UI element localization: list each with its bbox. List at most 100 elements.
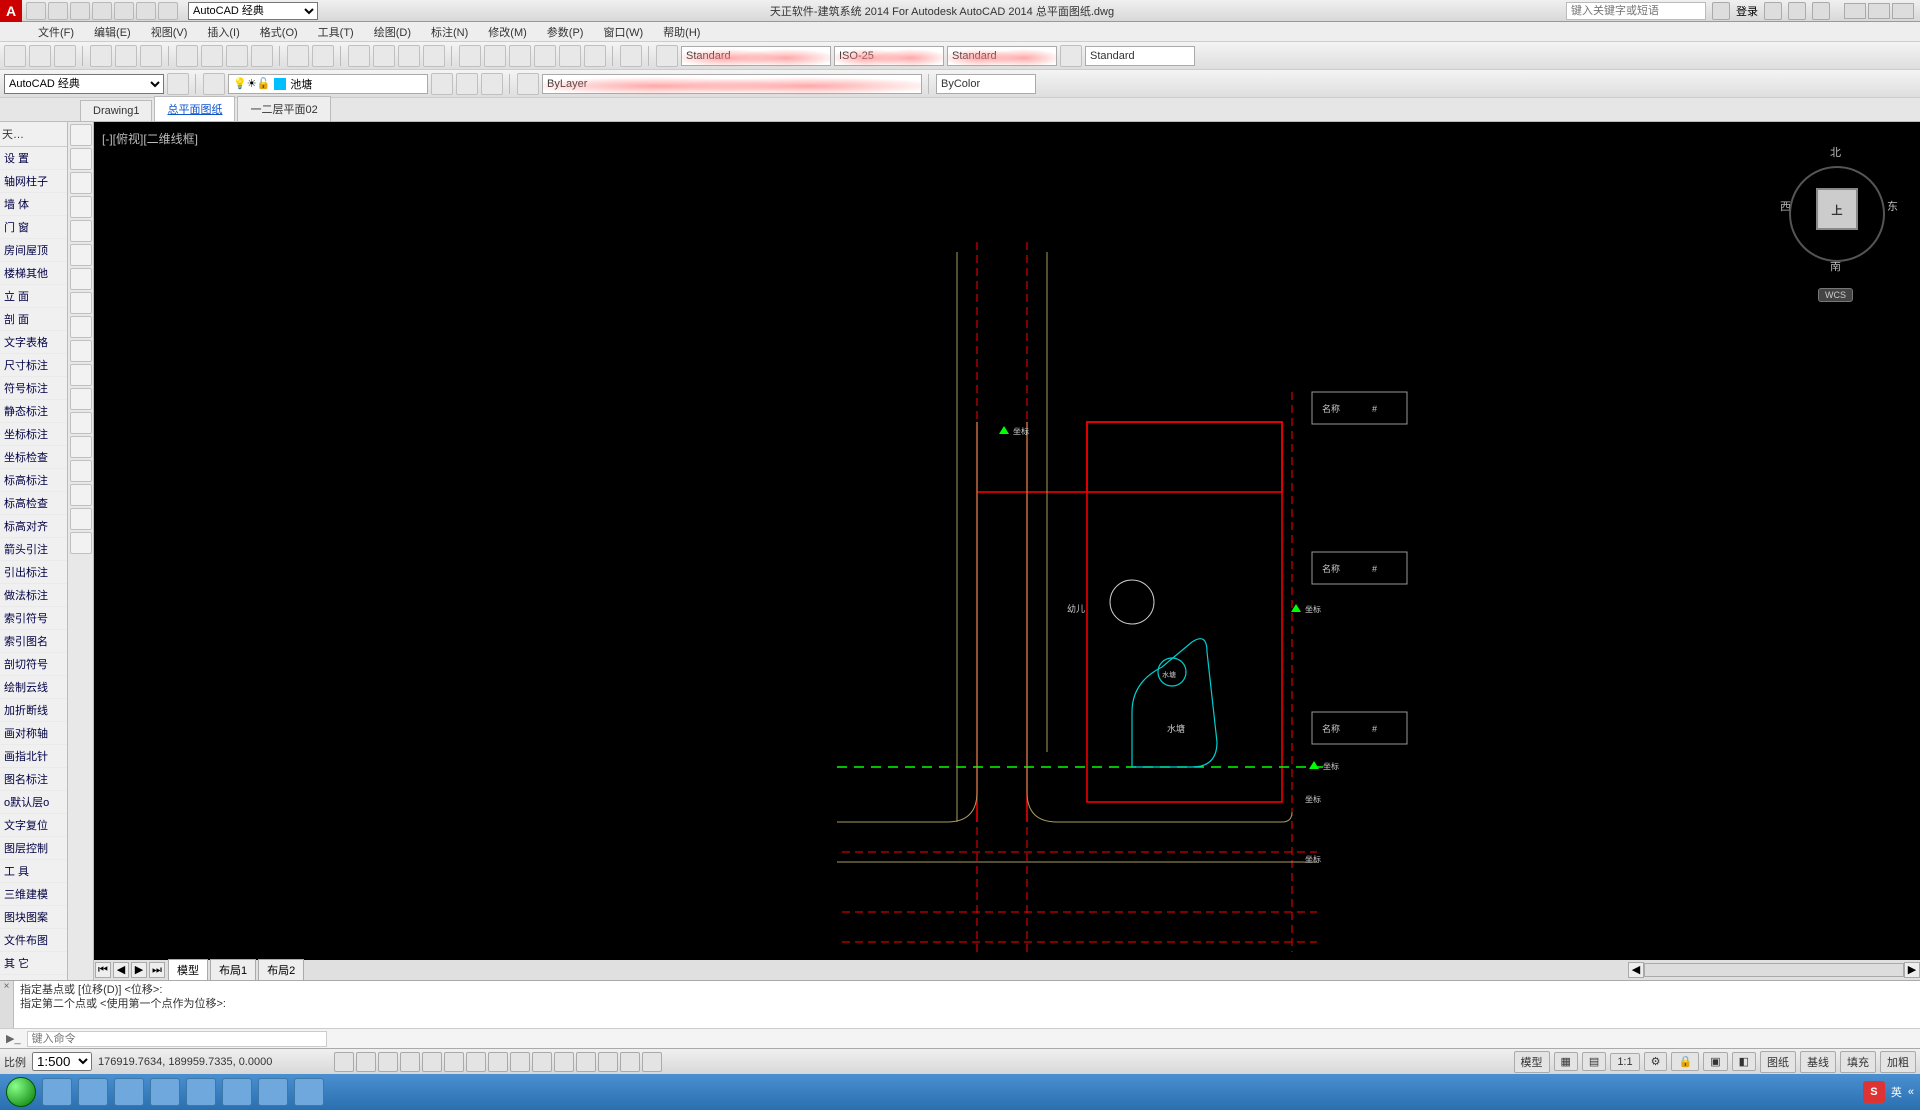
tz-item[interactable]: 楼梯其他 xyxy=(0,262,67,285)
doc-tab-siteplan[interactable]: 总平面图纸 xyxy=(154,96,235,121)
qp-toggle[interactable] xyxy=(576,1052,596,1072)
mtext-icon[interactable] xyxy=(70,388,92,410)
status-baseline[interactable]: 基线 xyxy=(1800,1051,1836,1073)
undo-icon[interactable] xyxy=(136,2,156,20)
polygon-icon[interactable] xyxy=(70,292,92,314)
login-label[interactable]: 登录 xyxy=(1736,3,1758,19)
layout1-tab[interactable]: 布局1 xyxy=(210,959,256,981)
preview-icon[interactable] xyxy=(115,45,137,67)
scale-combo[interactable]: 1:500 xyxy=(32,1052,92,1071)
menu-draw[interactable]: 绘图(D) xyxy=(366,22,419,42)
model-space-button[interactable]: 模型 xyxy=(1514,1051,1550,1073)
drawing-canvas[interactable]: [-][俯视][二维线框] 幼儿 xyxy=(94,122,1920,980)
zoom-prev-icon[interactable] xyxy=(423,45,445,67)
menu-view[interactable]: 视图(V) xyxy=(143,22,196,42)
minimize-button[interactable] xyxy=(1844,3,1866,19)
ortho-toggle[interactable] xyxy=(378,1052,398,1072)
menu-param[interactable]: 参数(P) xyxy=(539,22,592,42)
doc-tab-floor12[interactable]: 一二层平面02 xyxy=(237,96,330,121)
menu-edit[interactable]: 编辑(E) xyxy=(86,22,139,42)
tz-item[interactable]: 墙 体 xyxy=(0,193,67,216)
3dosnap-toggle[interactable] xyxy=(444,1052,464,1072)
publish-icon[interactable] xyxy=(140,45,162,67)
table-icon[interactable] xyxy=(70,364,92,386)
mleader-icon[interactable] xyxy=(1060,45,1082,67)
ime-icon[interactable]: S xyxy=(1863,1081,1885,1103)
hscroll-left-icon[interactable]: ◀ xyxy=(1628,962,1644,978)
tz-item[interactable]: 加折断线 xyxy=(0,699,67,722)
tz-item[interactable]: 轴网柱子 xyxy=(0,170,67,193)
infer-toggle[interactable] xyxy=(642,1052,662,1072)
tz-item[interactable]: 三维建模 xyxy=(0,883,67,906)
sc-toggle[interactable] xyxy=(598,1052,618,1072)
tz-item[interactable]: 引出标注 xyxy=(0,561,67,584)
model-tab[interactable]: 模型 xyxy=(168,959,208,981)
linetype-combo[interactable]: ByLayer xyxy=(542,74,922,94)
designcenter-icon[interactable] xyxy=(484,45,506,67)
lwt-toggle[interactable] xyxy=(532,1052,552,1072)
task-explorer-icon[interactable] xyxy=(42,1078,72,1106)
pan-icon[interactable] xyxy=(348,45,370,67)
tab-next-icon[interactable]: ▶ xyxy=(131,962,147,978)
new-icon[interactable] xyxy=(26,2,46,20)
quickview-layouts-icon[interactable]: ▦ xyxy=(1554,1052,1578,1071)
tz-item[interactable]: 其 它 xyxy=(0,952,67,975)
copy-icon[interactable] xyxy=(201,45,223,67)
cut-icon[interactable] xyxy=(176,45,198,67)
redo-icon[interactable] xyxy=(158,2,178,20)
redo-icon[interactable] xyxy=(312,45,334,67)
line-icon[interactable] xyxy=(70,124,92,146)
tz-item[interactable]: 工 具 xyxy=(0,860,67,883)
table-style-combo[interactable]: Standard xyxy=(947,46,1057,66)
otrack-toggle[interactable] xyxy=(466,1052,486,1072)
save-icon[interactable] xyxy=(54,45,76,67)
task-folder-icon[interactable] xyxy=(114,1078,144,1106)
workspace-switcher[interactable]: AutoCAD 经典 xyxy=(188,2,318,20)
tz-item[interactable]: 帮助演示 xyxy=(0,975,67,980)
menu-help[interactable]: 帮助(H) xyxy=(655,22,708,42)
menu-file[interactable]: 文件(F) xyxy=(30,22,82,42)
tz-item[interactable]: 设 置 xyxy=(0,147,67,170)
tz-item[interactable]: 箭头引注 xyxy=(0,538,67,561)
tz-item[interactable]: 剖 面 xyxy=(0,308,67,331)
open-icon[interactable] xyxy=(48,2,68,20)
viewcube-north[interactable]: 北 xyxy=(1830,144,1841,160)
menu-format[interactable]: 格式(O) xyxy=(252,22,306,42)
layer-iso-icon[interactable] xyxy=(481,73,503,95)
revision-cloud-icon[interactable] xyxy=(70,532,92,554)
print-icon[interactable] xyxy=(90,45,112,67)
help-search-input[interactable] xyxy=(1566,2,1706,20)
menu-insert[interactable]: 插入(I) xyxy=(199,22,247,42)
grid-toggle[interactable] xyxy=(356,1052,376,1072)
exchange-icon[interactable] xyxy=(1764,2,1782,20)
close-button[interactable] xyxy=(1892,3,1914,19)
sheetset-icon[interactable] xyxy=(534,45,556,67)
plot-icon[interactable] xyxy=(114,2,134,20)
block-icon[interactable] xyxy=(70,436,92,458)
am-toggle[interactable] xyxy=(620,1052,640,1072)
rect-icon[interactable] xyxy=(70,220,92,242)
transparency-toggle[interactable] xyxy=(554,1052,574,1072)
help-icon[interactable] xyxy=(1812,2,1830,20)
pline-icon[interactable] xyxy=(70,148,92,170)
menu-tools[interactable]: 工具(T) xyxy=(310,22,362,42)
layer-combo[interactable]: 💡 ☀ 🔓 池塘 xyxy=(228,74,428,94)
status-paper[interactable]: 图纸 xyxy=(1760,1051,1796,1073)
tz-item[interactable]: 房间屋顶 xyxy=(0,239,67,262)
hscroll-right-icon[interactable]: ▶ xyxy=(1904,962,1920,978)
task-autocad-icon[interactable] xyxy=(294,1078,324,1106)
task-app4-icon[interactable] xyxy=(258,1078,288,1106)
region-icon[interactable] xyxy=(70,340,92,362)
arc-icon[interactable] xyxy=(70,196,92,218)
status-bold[interactable]: 加粗 xyxy=(1880,1051,1916,1073)
anno-vis-icon[interactable]: ⚙ xyxy=(1644,1052,1668,1071)
tz-item[interactable]: 图名标注 xyxy=(0,768,67,791)
snap-toggle[interactable] xyxy=(334,1052,354,1072)
tz-item[interactable]: 符号标注 xyxy=(0,377,67,400)
status-fill[interactable]: 填充 xyxy=(1840,1051,1876,1073)
tz-item[interactable]: 图层控制 xyxy=(0,837,67,860)
tz-item[interactable]: 做法标注 xyxy=(0,584,67,607)
zoom-rt-icon[interactable] xyxy=(373,45,395,67)
task-app1-icon[interactable] xyxy=(150,1078,180,1106)
textstyle-icon[interactable] xyxy=(656,45,678,67)
